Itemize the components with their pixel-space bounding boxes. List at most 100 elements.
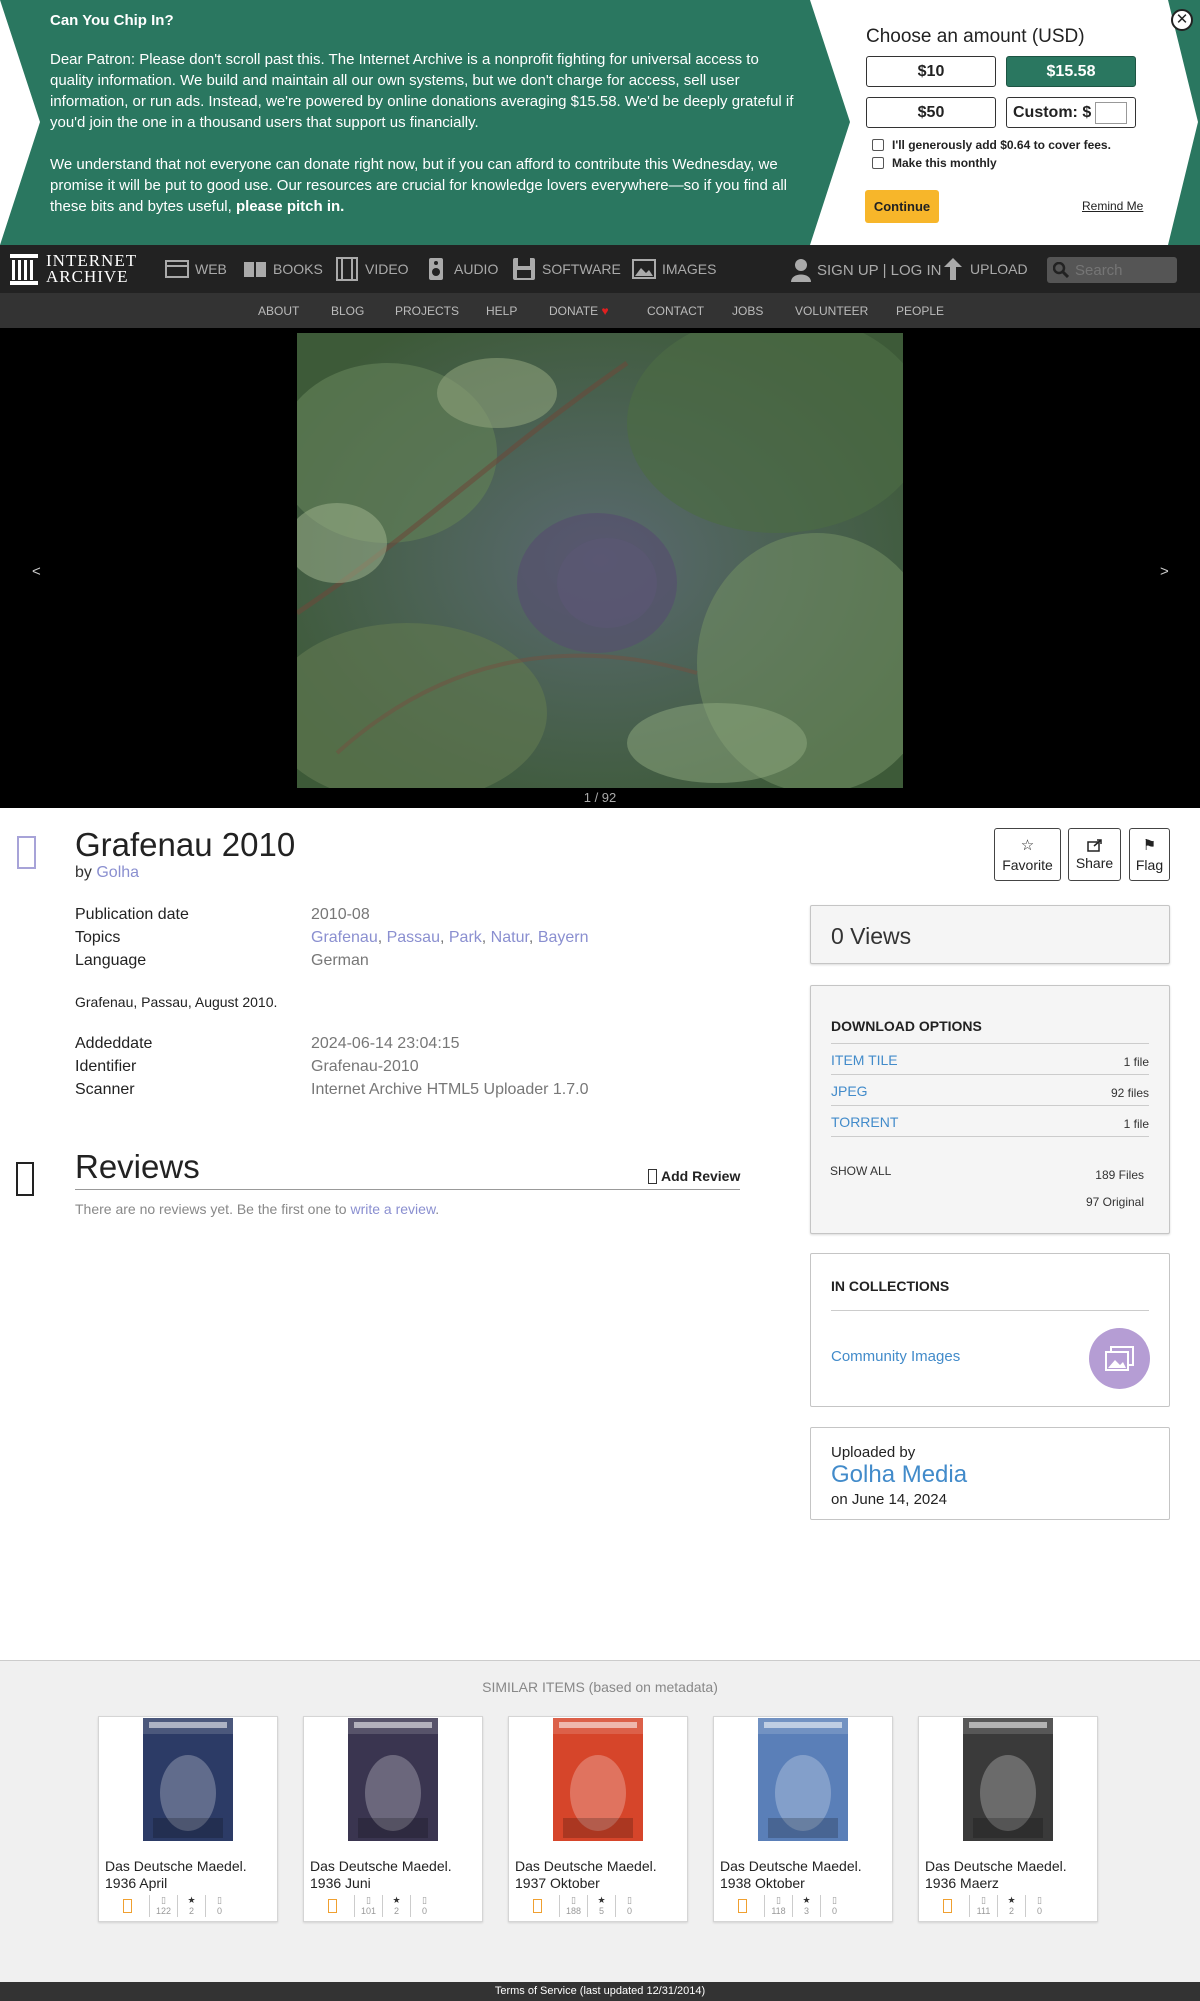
fee-checkbox[interactable] (872, 139, 884, 151)
creator-link[interactable]: Golha (96, 864, 139, 881)
nav-audio[interactable]: AUDIO (424, 245, 498, 293)
search-input[interactable] (1075, 261, 1170, 279)
monthly-option[interactable]: Make this monthly (872, 156, 1146, 170)
similar-item-cover[interactable] (758, 1718, 848, 1841)
show-all-link[interactable]: SHOW ALL (830, 1164, 891, 1178)
next-image-arrow[interactable]: > (1160, 563, 1169, 580)
nav-software[interactable]: SOFTWARE (512, 245, 621, 293)
close-banner-button[interactable]: ✕ (1171, 9, 1193, 31)
identifier-value: Grafenau-2010 (311, 1058, 419, 1075)
topic-link[interactable]: Park (449, 929, 482, 946)
upload-link[interactable]: UPLOAD (944, 258, 1028, 280)
subnav-volunteer[interactable]: VOLUNTEER (795, 304, 868, 318)
similar-item-title[interactable]: Das Deutsche Maedel. 1936 Maerz (925, 1858, 1093, 1892)
previous-image-arrow[interactable]: < (32, 563, 41, 580)
subnav-contact[interactable]: CONTACT (647, 304, 704, 318)
nav-web[interactable]: WEB (165, 245, 227, 293)
terms-of-service-link[interactable]: Terms of Service (last updated 12/31/201… (0, 1982, 1200, 2001)
similar-item-cover[interactable] (143, 1718, 233, 1841)
similar-item-card[interactable]: Das Deutsche Maedel. 1936 April ▯ 122 ★ 2 ▯ 0 (98, 1716, 278, 1922)
similar-item-title[interactable]: Das Deutsche Maedel. 1938 Oktober (720, 1858, 888, 1892)
favorites-stat: ★ 5 (587, 1895, 615, 1917)
similar-item-card[interactable]: Das Deutsche Maedel. 1936 Juni ▯ 101 ★ 2 ▯ 0 (303, 1716, 483, 1922)
continue-button[interactable]: Continue (865, 190, 939, 223)
write-review-link[interactable]: write a review (350, 1201, 435, 1217)
favorite-button[interactable]: ☆ Favorite (994, 828, 1061, 881)
flag-button[interactable]: ⚑ Flag (1129, 828, 1170, 881)
download-torrent[interactable]: TORRENT (831, 1114, 898, 1130)
similar-item-card[interactable]: Das Deutsche Maedel. 1938 Oktober ▯ 118 ★ 3 ▯… (713, 1716, 893, 1922)
fee-option[interactable]: I'll generously add $0.64 to cover fees. (872, 138, 1146, 152)
amount-50-button[interactable]: $50 (866, 97, 996, 128)
similar-item-stats: ▯ 122 ★ 2 ▯ 0 (105, 1893, 273, 1919)
collection-badge[interactable] (1089, 1328, 1150, 1389)
video-icon (336, 257, 358, 281)
audio-icon (429, 258, 443, 280)
similar-item-cover[interactable] (963, 1718, 1053, 1841)
subnav-people[interactable]: PEOPLE (896, 304, 944, 318)
pubdate-value[interactable]: 2010-08 (311, 906, 370, 924)
remind-me-link[interactable]: Remind Me (1082, 199, 1143, 213)
reviews-title: Reviews (75, 1148, 200, 1185)
download-item-tile[interactable]: ITEM TILE (831, 1052, 898, 1068)
amount-1558-button[interactable]: $15.58 (1006, 56, 1136, 87)
star-icon: ☆ (1020, 837, 1035, 854)
views-stat: ▯ 101 (354, 1895, 382, 1917)
topic-link[interactable]: Natur (491, 929, 529, 946)
nav-video[interactable]: VIDEO (335, 245, 409, 293)
download-row[interactable]: TORRENT 1 file (831, 1105, 1149, 1136)
subnav-jobs[interactable]: JOBS (732, 304, 763, 318)
reviews-stat: ▯ 0 (205, 1895, 233, 1917)
subnav-blog[interactable]: BLOG (331, 304, 364, 318)
pitch-in-text: please pitch in. (235, 198, 345, 215)
monthly-checkbox[interactable] (872, 157, 884, 169)
nav-web-label: WEB (195, 261, 227, 277)
similar-item-title[interactable]: Das Deutsche Maedel. 1936 April (105, 1858, 273, 1892)
donation-banner: Can You Chip In? Dear Patron: Please don… (0, 0, 1200, 245)
nav-books-label: BOOKS (273, 261, 323, 277)
download-jpeg[interactable]: JPEG (831, 1083, 868, 1099)
topic-link[interactable]: Bayern (538, 929, 589, 946)
similar-item-title[interactable]: Das Deutsche Maedel. 1937 Oktober (515, 1858, 683, 1892)
language-value[interactable]: German (311, 952, 369, 970)
similar-item-card[interactable]: Das Deutsche Maedel. 1936 Maerz ▯ 111 ★ 2 ▯ 0 (918, 1716, 1098, 1922)
similar-item-cover[interactable] (348, 1718, 438, 1841)
download-row[interactable]: JPEG 92 files (831, 1074, 1149, 1105)
collections-box: IN COLLECTIONS Community Images (810, 1253, 1170, 1407)
nav-images[interactable]: IMAGES (632, 245, 716, 293)
signup-login-link[interactable]: SIGN UP | LOG IN (791, 258, 941, 282)
signup-label: SIGN UP | LOG IN (817, 261, 942, 279)
add-review-button[interactable]: Add Review (648, 1168, 740, 1184)
similar-item-card[interactable]: Das Deutsche Maedel. 1937 Oktober ▯ 188 ★ 5 ▯… (508, 1716, 688, 1922)
similar-item-stats: ▯ 118 ★ 3 ▯ 0 (720, 1893, 888, 1919)
download-divider (831, 1136, 1149, 1137)
custom-amount-input[interactable] (1095, 101, 1128, 124)
topic-link[interactable]: Passau (387, 929, 440, 946)
download-row[interactable]: ITEM TILE 1 file (831, 1043, 1149, 1074)
texts-type-icon (327, 1899, 337, 1913)
internet-archive-logo[interactable]: INTERNET ARCHIVE (10, 252, 137, 285)
custom-amount-button[interactable]: Custom: $ (1006, 97, 1136, 128)
fee-checkbox-label: I'll generously add $0.64 to cover fees. (892, 138, 1111, 152)
share-button[interactable]: Share (1068, 828, 1121, 881)
uploader-link[interactable]: Golha Media (831, 1461, 967, 1489)
amount-10-button[interactable]: $10 (866, 56, 996, 87)
collection-link[interactable]: Community Images (831, 1348, 960, 1365)
share-label: Share (1075, 855, 1114, 871)
similar-item-cover[interactable] (553, 1718, 643, 1841)
main-photo[interactable] (297, 333, 903, 788)
monthly-checkbox-label: Make this monthly (892, 156, 997, 170)
subnav-donate[interactable]: DONATE ♥ (549, 304, 609, 318)
subnav-projects[interactable]: PROJECTS (395, 304, 459, 318)
topic-link[interactable]: Grafenau (311, 929, 378, 946)
download-count: 1 file (1123, 1055, 1149, 1069)
search-box[interactable] (1047, 257, 1177, 283)
similar-item-title[interactable]: Das Deutsche Maedel. 1936 Juni (310, 1858, 478, 1892)
subnav-about[interactable]: ABOUT (258, 304, 299, 318)
pubdate-label: Publication date (75, 906, 189, 923)
reviews-stat: ▯ 0 (615, 1895, 643, 1917)
nav-books[interactable]: BOOKS (243, 245, 323, 293)
views-count: 111 (976, 1906, 991, 1916)
flag-icon: ⚑ (1142, 837, 1157, 854)
subnav-help[interactable]: HELP (486, 304, 517, 318)
